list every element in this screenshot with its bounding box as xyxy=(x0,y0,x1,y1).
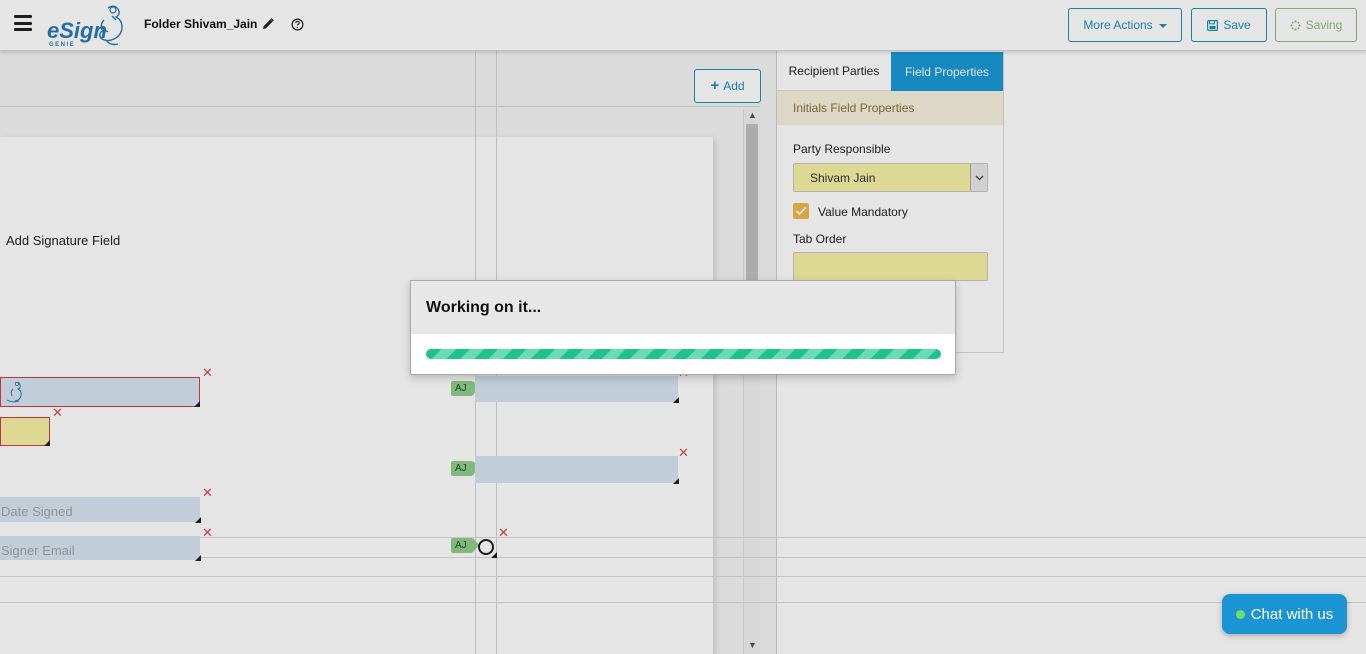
working-modal: Working on it... xyxy=(410,280,956,375)
progress-bar xyxy=(426,349,941,359)
progress-bar-fill xyxy=(426,349,941,359)
chat-label: Chat with us xyxy=(1250,605,1334,623)
modal-title: Working on it... xyxy=(411,281,955,334)
online-status-icon xyxy=(1235,609,1245,619)
chat-with-us-button[interactable]: Chat with us xyxy=(1222,594,1347,634)
